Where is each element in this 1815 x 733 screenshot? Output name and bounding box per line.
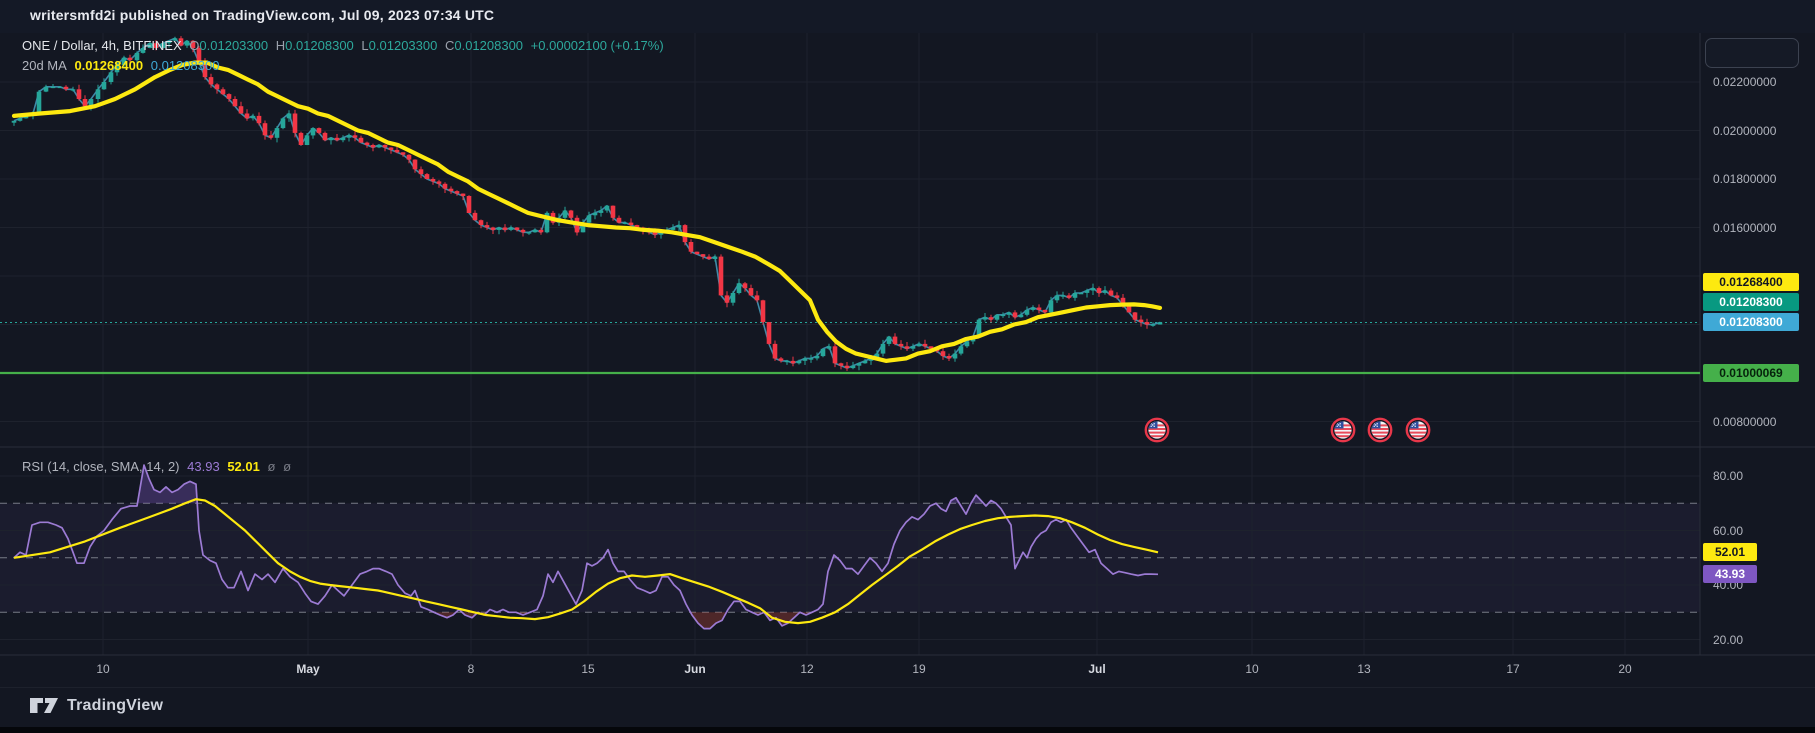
ohlc-low-value: 0.01203300: [369, 38, 438, 53]
ohlc-open-label: O: [189, 38, 199, 53]
rsi-legend-row: RSI (14, close, SMA, 14, 2) 43.93 52.01 …: [22, 459, 295, 474]
time-tick-label[interactable]: 12: [800, 662, 813, 676]
top-right-blurred-badge: [1705, 38, 1799, 68]
yellow-ma20-line: [14, 63, 1160, 361]
tradingview-logo-icon: [30, 698, 58, 714]
ohlc-low-label: L: [361, 38, 368, 53]
time-tick-label[interactable]: 10: [1245, 662, 1258, 676]
main-legend-row: ONE / Dollar, 4h, BITFINEX O0.01203300 H…: [22, 38, 668, 53]
tradingview-logo-text: TradingView: [67, 697, 163, 715]
time-tick-label[interactable]: 13: [1357, 662, 1370, 676]
price-tick-label: 0.01800000: [1713, 172, 1776, 186]
ohlc-high-label: H: [276, 38, 285, 53]
time-tick-label[interactable]: 17: [1506, 662, 1519, 676]
rsi-tag-label: 52.01: [1703, 543, 1757, 561]
tradingview-chart-window: writersmfd2i published on TradingView.co…: [0, 0, 1815, 733]
tradingview-logo[interactable]: TradingView: [30, 697, 163, 715]
blue-ma-line: [14, 38, 1160, 368]
time-tick-label[interactable]: Jun: [684, 662, 705, 676]
ohlc-high-value: 0.01208300: [285, 38, 354, 53]
bottom-strip: [0, 727, 1815, 733]
time-tick-label[interactable]: 10: [96, 662, 109, 676]
price-tag-label: 0.01208300: [1703, 313, 1799, 331]
change-value: +0.00002100 (+0.17%): [531, 38, 664, 53]
ohlc-open-value: 0.01203300: [199, 38, 268, 53]
rsi-extra-1: ø: [267, 459, 275, 474]
rsi-indicator-title[interactable]: RSI (14, close, SMA, 14, 2): [22, 459, 180, 474]
rsi-extra-2: ø: [283, 459, 291, 474]
main-pane[interactable]: [0, 36, 1700, 373]
rsi-ma-value: 52.01: [227, 459, 260, 474]
ma-indicator-title[interactable]: 20d MA: [22, 58, 67, 73]
chart-canvas[interactable]: [0, 0, 1815, 733]
us-economic-event-flag-icon[interactable]: [1146, 419, 1168, 441]
rsi-value: 43.93: [187, 459, 220, 474]
ohlc-close-label: C: [445, 38, 454, 53]
ma-blue-value: 0.01208300: [151, 58, 220, 73]
price-tag-label: 0.01268400: [1703, 273, 1799, 291]
time-tick-label[interactable]: 19: [912, 662, 925, 676]
us-economic-event-flag-icon[interactable]: [1332, 419, 1354, 441]
time-tick-label[interactable]: 8: [468, 662, 475, 676]
candlesticks: [12, 36, 1163, 371]
footer-bar: TradingView: [0, 687, 1815, 728]
ma-yellow-value: 0.01268400: [74, 58, 143, 73]
symbol-title[interactable]: ONE / Dollar, 4h, BITFINEX: [22, 38, 182, 53]
time-tick-label[interactable]: 15: [581, 662, 594, 676]
rsi-tick-label: 80.00: [1713, 469, 1743, 483]
price-tick-label: 0.00800000: [1713, 415, 1776, 429]
us-economic-event-flag-icon[interactable]: [1407, 419, 1429, 441]
price-tag-label: 0.01000069: [1703, 364, 1799, 382]
price-tick-label: 0.02200000: [1713, 75, 1776, 89]
price-tick-label: 0.02000000: [1713, 124, 1776, 138]
ohlc-close-value: 0.01208300: [454, 38, 523, 53]
price-tick-label: 0.01600000: [1713, 221, 1776, 235]
time-tick-label[interactable]: May: [296, 662, 319, 676]
ma-legend-row: 20d MA 0.01268400 0.01208300: [22, 58, 223, 73]
rsi-tick-label: 60.00: [1713, 524, 1743, 538]
price-tag-label: 0.01208300: [1703, 293, 1799, 311]
time-tick-label[interactable]: 20: [1618, 662, 1631, 676]
us-economic-event-flag-icon[interactable]: [1369, 419, 1391, 441]
rsi-tag-label: 43.93: [1703, 565, 1757, 583]
time-tick-label[interactable]: Jul: [1088, 662, 1105, 676]
rsi-tick-label: 20.00: [1713, 633, 1743, 647]
event-flags: [1146, 419, 1429, 441]
